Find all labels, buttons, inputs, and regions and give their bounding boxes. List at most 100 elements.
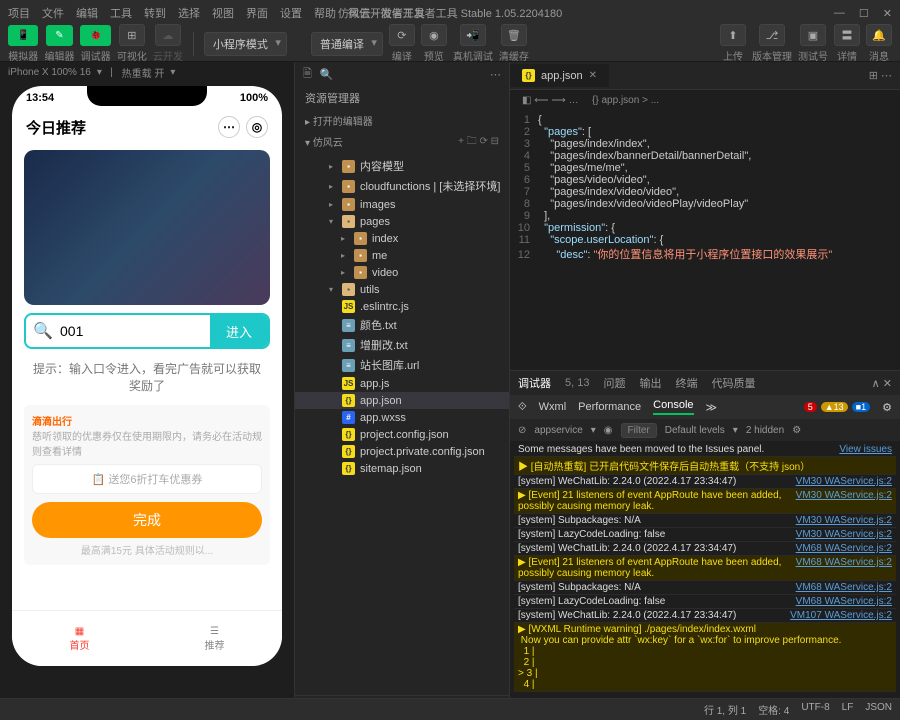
- console-tab[interactable]: Console: [653, 399, 693, 415]
- menu-icon[interactable]: ⋯: [218, 116, 240, 138]
- message-button[interactable]: 🔔: [866, 24, 892, 46]
- device-label[interactable]: iPhone X 100% 16: [8, 67, 91, 78]
- mode-select[interactable]: 小程序模式: [204, 32, 287, 56]
- file-站长图库.url[interactable]: ≡站长图库.url: [295, 355, 509, 375]
- issue-badges[interactable]: 5 ▲13 ■1: [804, 402, 870, 412]
- file-sitemap.json[interactable]: {}sitemap.json: [295, 460, 509, 477]
- preview-button[interactable]: ◉: [421, 24, 447, 46]
- open-editors[interactable]: 打开的编辑器: [313, 117, 373, 128]
- menu-工具[interactable]: 工具: [110, 5, 132, 21]
- menu-编辑[interactable]: 编辑: [76, 5, 98, 21]
- file-video[interactable]: ▸▪video: [295, 264, 509, 281]
- coupon-button[interactable]: 📋 送您6折打车优惠券: [32, 464, 262, 494]
- file-me[interactable]: ▸▪me: [295, 247, 509, 264]
- file-app.wxss[interactable]: #app.wxss: [295, 409, 509, 426]
- enter-button[interactable]: 进入: [210, 315, 268, 347]
- version-button[interactable]: ⎇: [759, 24, 785, 46]
- file-index[interactable]: ▸▪index: [295, 230, 509, 247]
- status-bar: 行 1, 列 1 空格: 4 UTF-8 LF JSON: [0, 698, 900, 720]
- close-capsule-icon[interactable]: ◎: [246, 116, 268, 138]
- file-.eslintrc.js[interactable]: JS.eslintrc.js: [295, 298, 509, 315]
- search-icon: 🔍: [26, 321, 60, 341]
- levels-select[interactable]: Default levels: [665, 425, 725, 436]
- menu-视图[interactable]: 视图: [212, 5, 234, 21]
- hidden-count: 2 hidden: [746, 425, 784, 436]
- clear-cache-button[interactable]: 🗑: [501, 24, 527, 46]
- debugger-button[interactable]: 🐞: [80, 25, 110, 46]
- output-tab[interactable]: 输出: [639, 375, 661, 391]
- menu-帮助[interactable]: 帮助: [314, 5, 336, 21]
- file-images[interactable]: ▸▪images: [295, 196, 509, 213]
- status-cursor[interactable]: 行 1, 列 1: [704, 702, 746, 717]
- compile-button[interactable]: ⟳: [389, 24, 415, 46]
- tab-appjson[interactable]: {}app.json✕: [510, 64, 609, 87]
- problems-tab[interactable]: 问题: [603, 375, 625, 391]
- code-editor[interactable]: 1{2 "pages": [3 "pages/index/index",4 "p…: [510, 110, 900, 370]
- search-files-icon[interactable]: 🔍: [320, 68, 334, 81]
- file-utils[interactable]: ▾▪utils: [295, 281, 509, 298]
- performance-tab[interactable]: Performance: [578, 401, 641, 413]
- file-颜色.txt[interactable]: ≡颜色.txt: [295, 315, 509, 335]
- terminal-tab[interactable]: 终端: [675, 375, 697, 391]
- close-icon[interactable]: ✕: [883, 7, 892, 20]
- file-pages[interactable]: ▾▪pages: [295, 213, 509, 230]
- file-project.private.config.json[interactable]: {}project.private.config.json: [295, 443, 509, 460]
- file-project.config.json[interactable]: {}project.config.json: [295, 426, 509, 443]
- filter-input[interactable]: Filter: [621, 423, 657, 438]
- status-encoding[interactable]: UTF-8: [801, 702, 829, 717]
- context-select[interactable]: appservice: [534, 425, 582, 436]
- breadcrumb[interactable]: {} app.json > ...: [592, 95, 659, 106]
- split-icon[interactable]: ⊞ ⋯: [861, 69, 900, 82]
- file-内容模型[interactable]: ▸▪内容模型: [295, 156, 509, 176]
- menu-设置[interactable]: 设置: [280, 5, 302, 21]
- toolbar: 📱模拟器 ✎编辑器 🐞调试器 ⊞可视化 ☁云开发 小程序模式 普通编译 ⟳编译 …: [0, 26, 900, 62]
- explorer-title: 资源管理器: [295, 86, 509, 110]
- quality-tab[interactable]: 代码质量: [711, 375, 755, 391]
- file-增删改.txt[interactable]: ≡增删改.txt: [295, 335, 509, 355]
- menu-转到[interactable]: 转到: [144, 5, 166, 21]
- clear-console-icon[interactable]: ⊘: [518, 425, 526, 436]
- file-app.js[interactable]: JSapp.js: [295, 375, 509, 392]
- console-settings-icon[interactable]: ⚙: [792, 425, 801, 436]
- menu-项目[interactable]: 项目: [8, 5, 30, 21]
- search-input[interactable]: 001: [60, 323, 210, 339]
- compile-select[interactable]: 普通编译: [311, 32, 383, 56]
- files-icon[interactable]: 🗎: [303, 65, 312, 84]
- simulator-button[interactable]: 📱: [8, 25, 38, 46]
- status-lang[interactable]: JSON: [865, 702, 892, 717]
- debugger-tab[interactable]: 调试器: [518, 375, 551, 391]
- menu-界面[interactable]: 界面: [246, 5, 268, 21]
- status-eol[interactable]: LF: [842, 702, 854, 717]
- done-button[interactable]: 完成: [32, 502, 262, 538]
- file-cloudfunctions | [未选择环境][interactable]: ▸▪cloudfunctions | [未选择环境]: [295, 176, 509, 196]
- editor-panel: {}app.json✕ ⊞ ⋯ ◧ ⟵ ⟶ … {} app.json > ..…: [510, 62, 900, 720]
- settings-icon[interactable]: ⚙: [882, 401, 892, 414]
- file-app.json[interactable]: {}app.json: [295, 392, 509, 409]
- upload-button[interactable]: ⬆: [720, 24, 746, 46]
- status-spaces[interactable]: 空格: 4: [758, 702, 789, 717]
- cloud-button[interactable]: ☁: [155, 24, 181, 46]
- minimize-icon[interactable]: —: [834, 7, 845, 20]
- tab-recommend[interactable]: ☰推荐: [147, 611, 282, 666]
- menu-文件[interactable]: 文件: [42, 5, 64, 21]
- project-root[interactable]: 仿风云: [313, 138, 343, 149]
- close-tab-icon[interactable]: ✕: [589, 70, 597, 81]
- hotreload-label[interactable]: 热重载 开: [122, 65, 165, 80]
- cursor-pos: 5, 13: [565, 377, 589, 389]
- extensions-icon[interactable]: ⋯: [490, 68, 501, 81]
- detail-button[interactable]: 〓: [834, 24, 860, 46]
- test-button[interactable]: ▣: [800, 24, 826, 46]
- maximize-icon[interactable]: ☐: [859, 7, 869, 20]
- panel-controls[interactable]: ∧ ✕: [872, 377, 892, 390]
- wxml-tab[interactable]: Wxml: [539, 401, 567, 413]
- menu-选择[interactable]: 选择: [178, 5, 200, 21]
- banner-image[interactable]: [24, 150, 270, 305]
- console-output[interactable]: Some messages have been moved to the Iss…: [510, 441, 900, 720]
- status-time: 13:54: [26, 92, 54, 104]
- inspect-icon[interactable]: ⟐: [518, 401, 527, 414]
- editor-button[interactable]: ✎: [46, 25, 72, 46]
- tab-home[interactable]: ▦首页: [12, 611, 147, 666]
- real-debug-button[interactable]: 📲: [460, 24, 486, 46]
- visual-button[interactable]: ⊞: [119, 24, 145, 46]
- titlebar: 项目文件编辑工具转到选择视图界面设置帮助微信开发者工具 仿风云 - 微信开发者工…: [0, 0, 900, 26]
